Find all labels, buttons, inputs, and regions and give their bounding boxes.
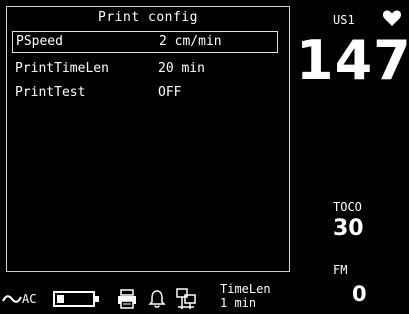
config-row-print-test[interactable]: PrintTest OFF (12, 83, 278, 105)
print-config-panel: Print config PSpeed 2 cm/min PrintTimeLe… (6, 6, 290, 272)
config-row-value: 2 cm/min (159, 34, 222, 49)
config-row-value: OFF (158, 85, 182, 100)
toco-label: TOCO (333, 200, 362, 214)
config-row-value: 20 min (158, 61, 205, 76)
bell-icon (148, 290, 166, 308)
power-source-label: AC (22, 292, 37, 306)
timelen-value: 1 min (220, 296, 257, 310)
config-row-label: PSpeed (16, 34, 63, 49)
config-row-print-time-len[interactable]: PrintTimeLen 20 min (12, 59, 278, 81)
timelen-label: TimeLen (220, 282, 271, 296)
config-row-label: PrintTimeLen (15, 61, 109, 76)
ac-power-icon (2, 295, 22, 303)
network-icon (176, 288, 196, 309)
fm-label: FM (333, 263, 348, 277)
printer-icon (118, 289, 136, 309)
battery-icon (53, 291, 99, 307)
fm-value: 0 (352, 282, 367, 306)
config-row-pspeed[interactable]: PSpeed 2 cm/min (12, 31, 278, 53)
toco-value: 30 (333, 216, 364, 241)
status-bar: AC TimeLen 1 min (0, 274, 300, 314)
print-config-title: Print config (98, 10, 198, 25)
config-row-label: PrintTest (15, 85, 86, 100)
monitor-screen: Print config PSpeed 2 cm/min PrintTimeLe… (0, 0, 409, 314)
battery-level-fill (57, 295, 64, 303)
fhr-value: 147 (296, 29, 409, 92)
